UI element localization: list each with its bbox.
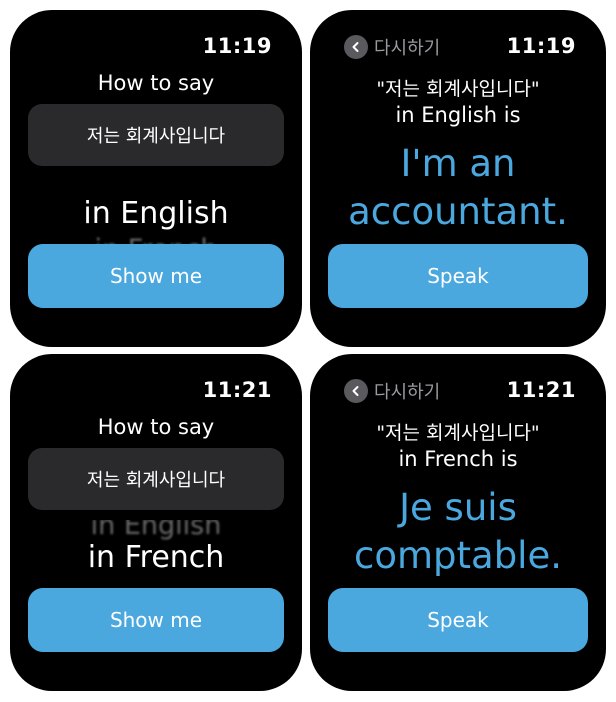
target-language-line: in French is: [398, 447, 518, 471]
source-phrase-quote: "저는 회계사입니다": [376, 78, 540, 100]
translation-line-2: accountant.: [348, 190, 568, 233]
chevron-left-icon: [344, 35, 368, 59]
target-language-line: in English is: [395, 103, 521, 127]
phrase-text: 저는 회계사입니다: [86, 126, 226, 147]
speak-button[interactable]: Speak: [328, 588, 588, 652]
speak-button-label: Speak: [427, 264, 489, 288]
watch-screen-picker-english: 11:19 How to say 저는 회계사입니다 in English in…: [10, 10, 302, 347]
translation-line-2: comptable.: [354, 534, 562, 577]
watch-screen-picker-french: 11:21 How to say 저는 회계사입니다 in English in…: [10, 354, 302, 691]
status-time: 11:19: [506, 34, 576, 58]
speak-button[interactable]: Speak: [328, 244, 588, 308]
chevron-left-icon: [344, 379, 368, 403]
source-phrase-quote: "저는 회계사입니다": [376, 422, 540, 444]
how-to-say-label: How to say: [97, 71, 215, 95]
watch-screen-result-french: 다시하기 11:21 "저는 회계사입니다" in French is Je s…: [310, 354, 606, 691]
language-option-selected[interactable]: in English: [10, 196, 302, 231]
speak-button-label: Speak: [427, 608, 489, 632]
language-option-prev[interactable]: in English: [10, 520, 302, 541]
status-time: 11:21: [506, 378, 576, 402]
show-me-button[interactable]: Show me: [28, 588, 284, 652]
phrase-field[interactable]: 저는 회계사입니다: [28, 104, 284, 166]
how-to-say-label: How to say: [97, 415, 215, 439]
show-me-button[interactable]: Show me: [28, 244, 284, 308]
status-time: 11:21: [202, 378, 272, 402]
translation-line-1: Je suis: [399, 486, 517, 529]
translation-line-1: I'm an: [400, 142, 516, 185]
status-time: 11:19: [202, 34, 272, 58]
language-option-selected[interactable]: in French: [10, 540, 302, 575]
show-me-button-label: Show me: [109, 608, 203, 632]
show-me-button-label: Show me: [109, 264, 203, 288]
phrase-text: 저는 회계사입니다: [86, 470, 226, 491]
back-label: 다시하기: [374, 382, 441, 403]
back-label: 다시하기: [374, 38, 441, 59]
phrase-field[interactable]: 저는 회계사입니다: [28, 448, 284, 510]
watch-screen-result-english: 다시하기 11:19 "저는 회계사입니다" in English is I'm…: [310, 10, 606, 347]
back-button[interactable]: 다시하기: [344, 34, 440, 60]
back-button[interactable]: 다시하기: [344, 378, 440, 404]
translation-text: I'm an accountant.: [310, 140, 606, 236]
translation-text: Je suis comptable.: [310, 484, 606, 580]
